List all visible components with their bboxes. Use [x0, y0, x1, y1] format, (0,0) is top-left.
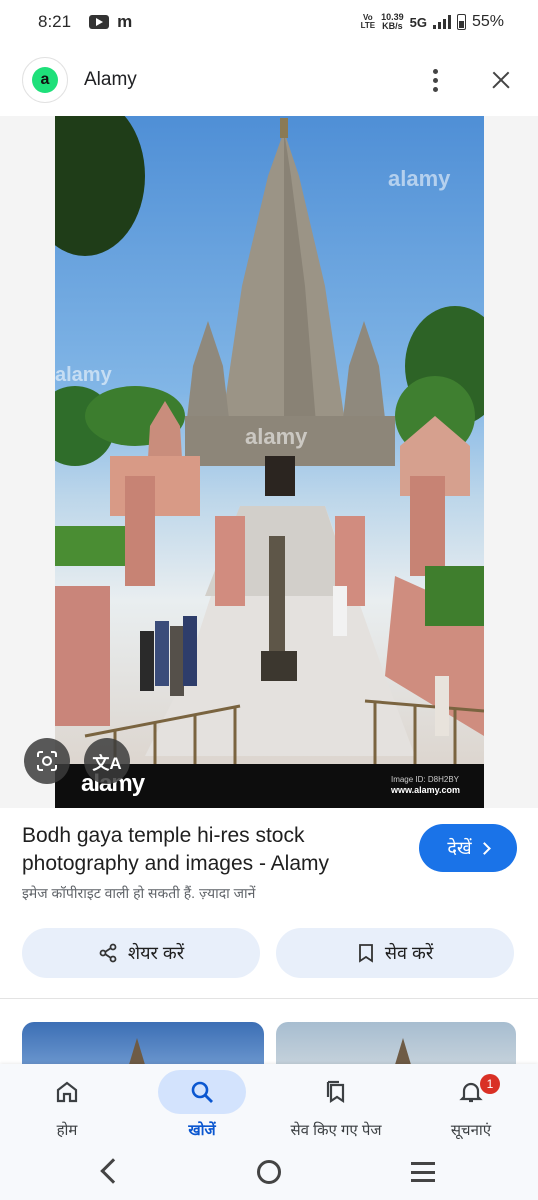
notification-badge: 1: [480, 1074, 500, 1094]
share-button-label: शेयर करें: [127, 943, 185, 963]
bottom-navigation: होम खोजें सेव किए गए पेज 1 सूचनाएं: [0, 1064, 538, 1152]
nav-notifications-label: सूचनाएं: [450, 1122, 492, 1139]
section-divider: [0, 998, 538, 999]
site-logo-letter: a: [32, 67, 58, 93]
watermark-top: alamy: [388, 166, 451, 191]
result-title[interactable]: Bodh gaya temple hi-res stock photograph…: [22, 822, 402, 878]
lens-search-icon[interactable]: [24, 738, 70, 784]
nav-search-label: खोजें: [188, 1122, 216, 1139]
back-icon[interactable]: [100, 1158, 126, 1184]
status-bar: 8:21 m Vo LTE 10.39 KB/s 5G 55%: [0, 0, 538, 44]
chevron-right-icon: [477, 841, 491, 855]
image-site: www.alamy.com: [390, 785, 460, 795]
watermark-middle: alamy: [245, 424, 308, 449]
share-icon: [99, 943, 117, 963]
site-name[interactable]: Alamy: [84, 69, 137, 91]
image-id: Image ID: D8H2BY: [390, 775, 459, 784]
related-image-2[interactable]: [276, 1022, 516, 1068]
clock: 8:21: [38, 12, 72, 31]
nav-saved-label: सेव किए गए पेज: [290, 1122, 382, 1139]
nav-saved[interactable]: सेव किए गए पेज: [271, 1070, 401, 1150]
visit-button[interactable]: देखें: [419, 824, 517, 872]
image-id-block: Image ID: D8H2BY www.alamy.com: [391, 774, 460, 796]
translate-icon[interactable]: 文A: [84, 738, 130, 784]
system-navigation-bar: [0, 1152, 538, 1200]
save-button-label: सेव करें: [384, 943, 434, 963]
volte-indicator: Vo LTE: [360, 13, 376, 30]
result-image[interactable]: alamy alamy alamy alamy Image ID: D8H2BY…: [55, 116, 484, 808]
nav-notifications[interactable]: 1 सूचनाएं: [406, 1070, 536, 1150]
result-header: a Alamy: [0, 44, 538, 116]
search-icon: [158, 1070, 246, 1114]
network-speed: 10.39 KB/s: [381, 13, 404, 31]
share-button[interactable]: शेयर करें: [22, 928, 260, 978]
copyright-note[interactable]: इमेज कॉपीराइट वाली हो सकती हैं. ज़्यादा …: [22, 884, 255, 903]
battery-icon: [456, 14, 466, 30]
more-options-icon[interactable]: [420, 65, 450, 95]
visit-button-label: देखें: [447, 838, 472, 858]
saved-pages-icon: [292, 1070, 380, 1114]
home-icon: [23, 1070, 111, 1114]
battery-percent: 55%: [471, 13, 504, 30]
signal-icon: [432, 15, 451, 29]
bookmark-icon: [358, 944, 373, 963]
nav-home-label: होम: [56, 1122, 78, 1139]
network-speed-unit: KB/s: [382, 21, 403, 31]
bell-icon: [427, 1070, 515, 1114]
status-icons: Vo LTE 10.39 KB/s 5G 55%: [361, 13, 504, 31]
nav-home[interactable]: होम: [2, 1070, 132, 1150]
home-circle-icon[interactable]: [257, 1160, 281, 1184]
network-type: 5G: [409, 14, 427, 30]
recents-icon[interactable]: [411, 1162, 435, 1182]
site-logo[interactable]: a: [22, 57, 68, 103]
image-preview-area: alamy alamy alamy alamy Image ID: D8H2BY…: [0, 116, 538, 808]
watermark-left: alamy: [55, 364, 112, 386]
save-button[interactable]: सेव करें: [276, 928, 514, 978]
close-icon[interactable]: [486, 65, 516, 95]
nav-search[interactable]: खोजें: [137, 1070, 267, 1150]
messaging-notification-icon: m: [117, 12, 133, 31]
youtube-notification-icon: [89, 15, 110, 29]
related-image-1[interactable]: [22, 1022, 264, 1068]
